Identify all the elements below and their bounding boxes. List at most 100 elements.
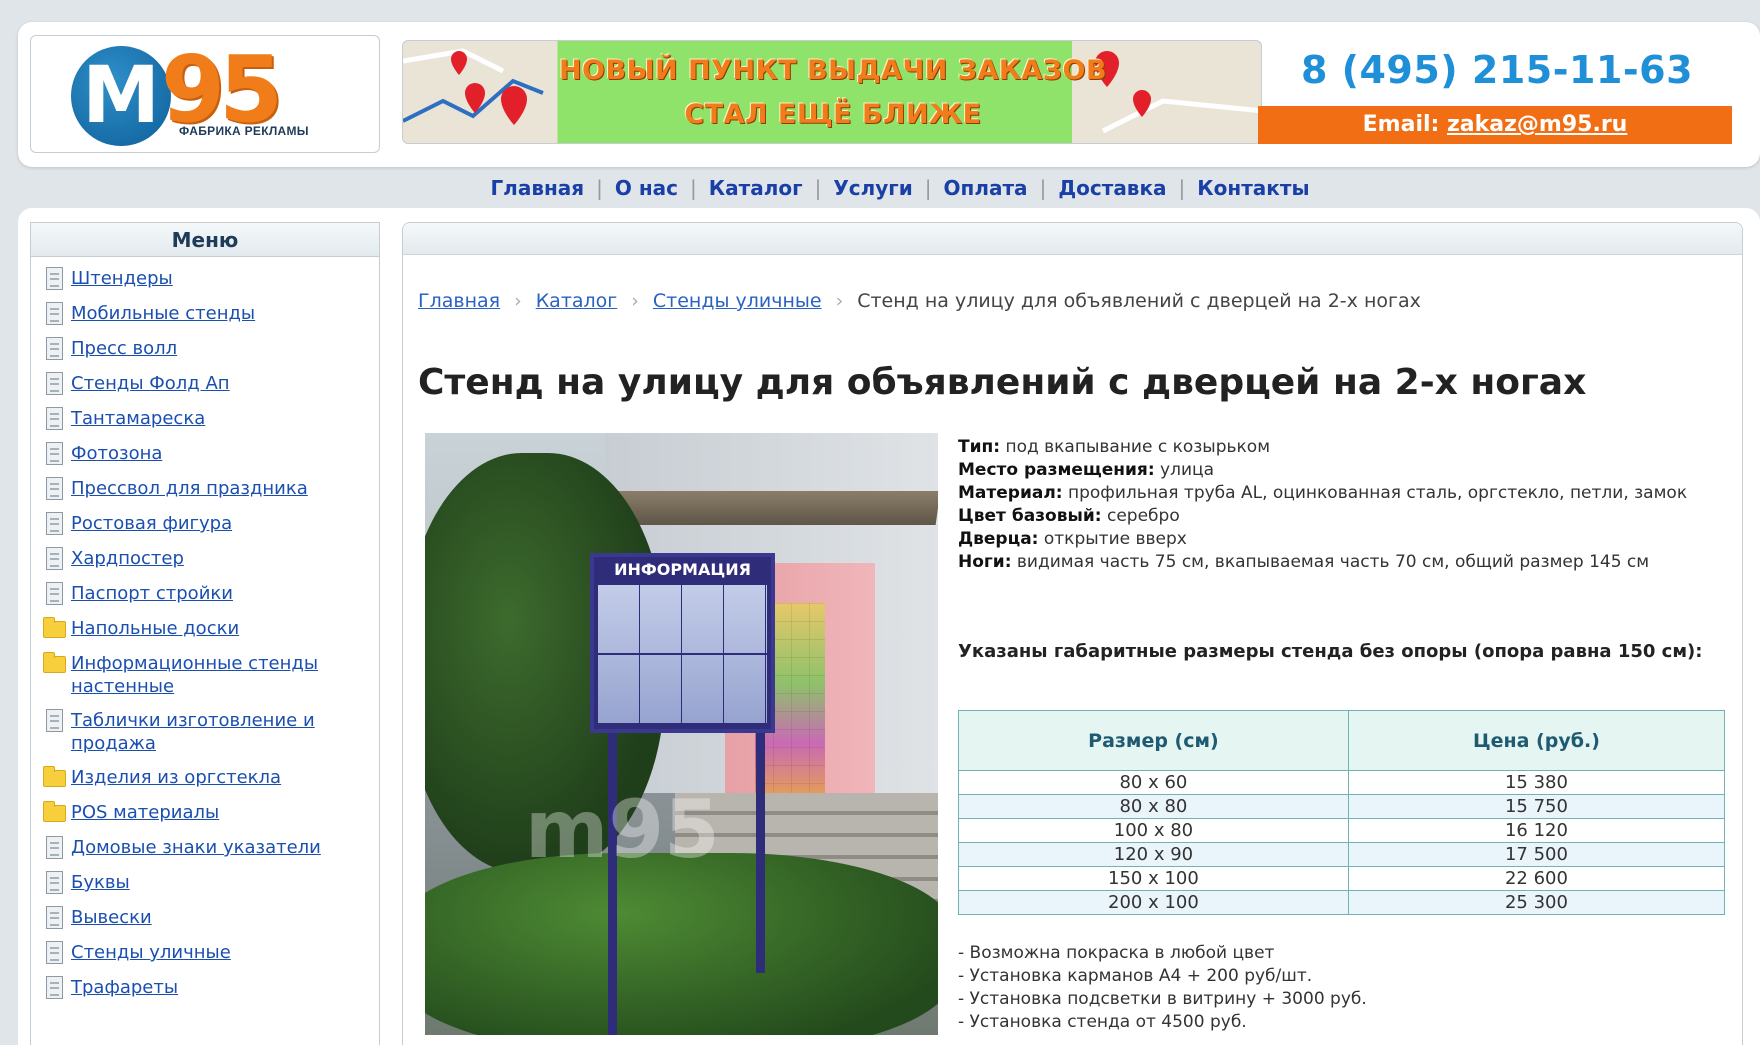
spec-value: профильная труба AL, оцинкованная сталь,… xyxy=(1067,483,1688,503)
spec-value: под вкапывание с козырьком xyxy=(1005,437,1271,457)
sidebar-item[interactable]: Хардпостер xyxy=(43,547,379,571)
price-cell: 15 380 xyxy=(1347,770,1726,795)
sidebar-item[interactable]: Прессвол для праздника xyxy=(43,477,379,501)
note-item: - Установка стенда от 4500 руб. xyxy=(958,1012,1247,1032)
spec-value: видимая часть 75 см, вкапываемая часть 7… xyxy=(1016,552,1650,572)
price-cell: 25 300 xyxy=(1347,890,1726,915)
nav-about[interactable]: О нас xyxy=(615,176,678,200)
sidebar-item[interactable]: Буквы xyxy=(43,871,379,895)
document-icon xyxy=(43,302,65,326)
folder-icon xyxy=(43,801,66,825)
size-cell: 100 x 80 xyxy=(958,818,1349,843)
sidebar-item[interactable]: Мобильные стенды xyxy=(43,302,379,326)
sidebar-item-label[interactable]: Буквы xyxy=(71,871,130,894)
sidebar-item-label[interactable]: Мобильные стенды xyxy=(71,302,255,325)
email-link[interactable]: zakaz@m95.ru xyxy=(1447,112,1627,137)
price-table-header-row: Размер (см) Цена (руб.) xyxy=(958,710,1726,771)
sidebar-item-label[interactable]: Изделия из оргстекла xyxy=(71,766,281,789)
sidebar-item-label[interactable]: Вывески xyxy=(71,906,152,929)
sidebar-item-label[interactable]: Паспорт стройки xyxy=(71,582,233,605)
sidebar-item[interactable]: Стенды уличные xyxy=(43,941,379,965)
spec-row: Цвет базовый: серебро xyxy=(958,505,1718,528)
breadcrumb-catalog[interactable]: Каталог xyxy=(536,290,618,312)
sidebar-item-label[interactable]: Домовые знаки указатели xyxy=(71,836,321,859)
breadcrumb-separator: › xyxy=(631,290,639,312)
sidebar-item[interactable]: Трафареты xyxy=(43,976,379,1000)
document-icon xyxy=(43,941,65,965)
sidebar-item[interactable]: POS материалы xyxy=(43,801,379,825)
sidebar-item-label[interactable]: Штендеры xyxy=(71,267,173,290)
breadcrumb-street-stands[interactable]: Стенды уличные xyxy=(653,290,822,312)
nav-services[interactable]: Услуги xyxy=(833,176,912,200)
nav-delivery[interactable]: Доставка xyxy=(1058,176,1166,200)
photo-watermark: m95 xyxy=(525,783,720,876)
breadcrumb-home[interactable]: Главная xyxy=(418,290,500,312)
logo-letter: M xyxy=(71,46,171,146)
sidebar-item[interactable]: Ростовая фигура xyxy=(43,512,379,536)
table-row: 100 x 80 16 120 xyxy=(958,818,1726,843)
document-icon xyxy=(43,709,65,733)
nav-contacts[interactable]: Контакты xyxy=(1197,176,1309,200)
sidebar-item[interactable]: Информационные стенды настенные xyxy=(43,652,379,698)
sidebar-item[interactable]: Таблички изготовление и продажа xyxy=(43,709,379,755)
sidebar-item-label[interactable]: Стенды уличные xyxy=(71,941,231,964)
spec-row: Ноги: видимая часть 75 см, вкапываемая ч… xyxy=(958,551,1718,574)
banner-line-2: СТАЛ ЕЩЁ БЛИЖЕ xyxy=(684,99,982,130)
promo-banner[interactable]: НОВЫЙ ПУНКТ ВЫДАЧИ ЗАКАЗОВ СТАЛ ЕЩЁ БЛИЖ… xyxy=(402,40,1262,144)
sidebar-item-label[interactable]: Напольные доски xyxy=(71,617,239,640)
document-icon xyxy=(43,512,65,536)
sidebar-item-label[interactable]: Информационные стенды настенные xyxy=(71,652,379,698)
document-icon xyxy=(43,906,65,930)
sidebar-item[interactable]: Вывески xyxy=(43,906,379,930)
table-row: 80 x 80 15 750 xyxy=(958,794,1726,819)
breadcrumb: Главная › Каталог › Стенды уличные › Стенд на … xyxy=(418,290,1421,312)
stand-leg xyxy=(608,733,617,1035)
logo[interactable]: M 95 ФАБРИКА РЕКЛАМЫ xyxy=(30,35,380,153)
sidebar-item-label[interactable]: Хардпостер xyxy=(71,547,184,570)
sidebar-item[interactable]: Пресс волл xyxy=(43,337,379,361)
sidebar-menu-list: Штендеры Мобильные стенды Пресс волл Стенды… xyxy=(31,257,379,1000)
sidebar-item[interactable]: Фотозона xyxy=(43,442,379,466)
phone-number[interactable]: 8 (495) 215-11-63 xyxy=(1262,48,1732,92)
sidebar-item[interactable]: Изделия из оргстекла xyxy=(43,766,379,790)
table-row: 150 x 100 22 600 xyxy=(958,866,1726,891)
sidebar-item-label[interactable]: Ростовая фигура xyxy=(71,512,232,535)
spec-key: Тип: xyxy=(958,437,1001,457)
sidebar-item-label[interactable]: Прессвол для праздника xyxy=(71,477,308,500)
spec-row: Дверца: открытие вверх xyxy=(958,528,1718,551)
photo-bushes xyxy=(425,853,938,1035)
sidebar-item-label[interactable]: Таблички изготовление и продажа xyxy=(71,709,379,755)
spec-value: улица xyxy=(1160,460,1214,480)
folder-icon xyxy=(43,617,66,641)
sidebar-item-label[interactable]: Тантамареска xyxy=(71,407,205,430)
size-cell: 150 x 100 xyxy=(958,866,1349,891)
sidebar-item-label[interactable]: Пресс волл xyxy=(71,337,177,360)
nav-catalog[interactable]: Каталог xyxy=(709,176,803,200)
table-row: 120 x 90 17 500 xyxy=(958,842,1726,867)
sidebar-item-label[interactable]: Стенды Фолд Ап xyxy=(71,372,230,395)
breadcrumb-separator: › xyxy=(835,290,844,312)
spec-key: Цвет базовый: xyxy=(958,506,1102,526)
document-icon xyxy=(43,871,65,895)
sidebar-item-label[interactable]: Трафареты xyxy=(71,976,178,999)
nav-payment[interactable]: Оплата xyxy=(944,176,1028,200)
sidebar-item[interactable]: Стенды Фолд Ап xyxy=(43,372,379,396)
sidebar-item-label[interactable]: POS материалы xyxy=(71,801,219,824)
main-panel-header xyxy=(403,223,1742,255)
sidebar-item[interactable]: Паспорт стройки xyxy=(43,582,379,606)
sidebar-item[interactable]: Напольные доски xyxy=(43,617,379,641)
sidebar-item[interactable]: Штендеры xyxy=(43,267,379,291)
sidebar-item[interactable]: Домовые знаки указатели xyxy=(43,836,379,860)
nav-home[interactable]: Главная xyxy=(490,176,584,200)
sidebar-item[interactable]: Тантамареска xyxy=(43,407,379,431)
spec-row: Материал: профильная труба AL, оцинкован… xyxy=(958,482,1718,505)
breadcrumb-current: Стенд на улицу для объявлений с дверцей … xyxy=(857,290,1421,312)
document-icon xyxy=(43,477,65,501)
price-table: Размер (см) Цена (руб.) 80 x 60 15 380 80 … xyxy=(958,710,1726,915)
product-photo[interactable]: ИНФОРМАЦИЯ m95 xyxy=(425,433,938,1035)
spec-key: Место размещения: xyxy=(958,460,1155,480)
size-cell: 120 x 90 xyxy=(958,842,1349,867)
sidebar-item-label[interactable]: Фотозона xyxy=(71,442,162,465)
size-cell: 200 x 100 xyxy=(958,890,1349,915)
nav-separator: | xyxy=(1039,176,1047,200)
